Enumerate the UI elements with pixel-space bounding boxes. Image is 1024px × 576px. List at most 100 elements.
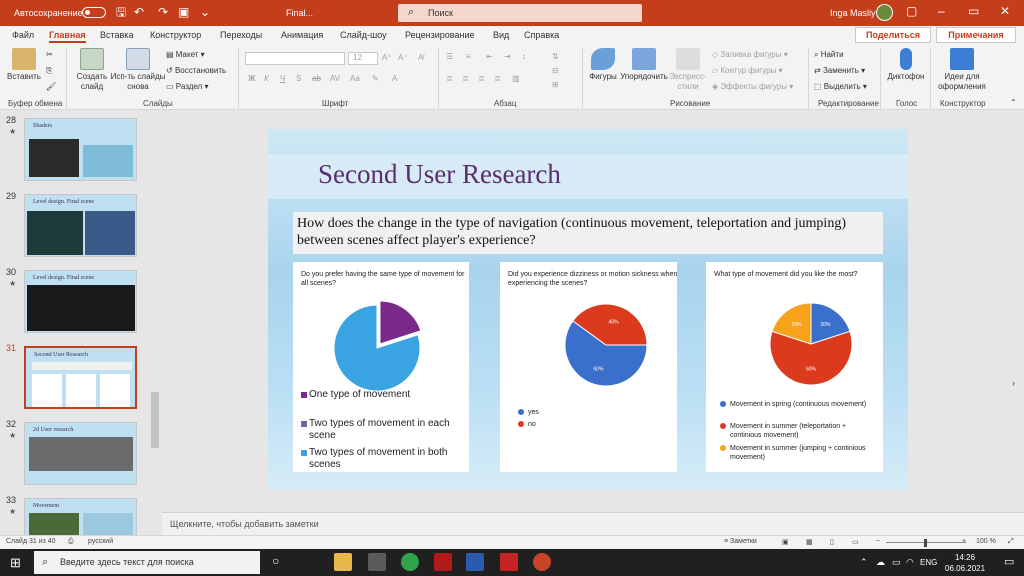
customize-qat-icon[interactable]: ⌄ [200,5,210,19]
document-title[interactable]: Final... [286,8,313,18]
tab-home[interactable]: Главная [49,30,86,43]
powerpoint-icon[interactable] [533,553,551,571]
network-icon[interactable]: ◠ [906,557,914,568]
language-indicator[interactable]: русский [88,538,113,545]
highlight-icon[interactable]: ✎ [372,74,379,83]
copy-icon[interactable]: ⎘ [46,66,52,76]
shape-outline-button[interactable]: ▱ Контур фигуры ▾ [712,66,783,75]
bullets-icon[interactable]: ☰ [446,52,453,61]
numbering-icon[interactable]: ≡ [466,52,471,61]
zoom-out-icon[interactable]: − [876,538,880,545]
file-explorer-icon[interactable] [334,553,352,571]
shape-effects-button[interactable]: ◈ Эффекты фигуры ▾ [712,82,793,91]
zoom-in-icon[interactable]: + [962,538,966,545]
notifications-icon[interactable]: ▭ [1004,555,1014,568]
clear-formatting-icon[interactable]: A̸ [418,53,423,62]
taskbar-search[interactable]: ⌕ Введите здесь текст для поиска [34,551,260,574]
align-right-icon[interactable]: ≣ [478,74,485,83]
font-name-field[interactable] [245,52,345,65]
slide-sorter-icon[interactable]: ▦ [806,538,813,546]
arrange-button[interactable]: Упорядочить [620,48,668,82]
indent-decrease-icon[interactable]: ⇤ [486,52,493,61]
collapse-panel-icon[interactable]: › [1012,378,1015,388]
settings-icon[interactable] [368,553,386,571]
underline-icon[interactable]: Ч [280,74,285,83]
align-left-icon[interactable]: ≣ [446,74,453,83]
increase-font-icon[interactable]: A⁺ [382,53,392,62]
shape-fill-button[interactable]: ◇ Заливка фигуры ▾ [712,50,788,59]
slideshow-view-icon[interactable]: ▭ [852,538,859,546]
design-ideas-button[interactable]: Идеи для оформления [934,48,990,92]
tab-review[interactable]: Рецензирование [405,30,475,40]
justify-icon[interactable]: ≣ [494,74,501,83]
slide-thumbnail[interactable]: Level design. Final scene [24,194,137,257]
collapse-ribbon-icon[interactable]: ⌃ [1010,98,1017,107]
battery-icon[interactable]: ▭ [892,557,901,568]
share-button[interactable]: Поделиться [855,27,931,43]
fit-slide-icon[interactable]: ⤢ [1008,538,1014,546]
tab-design[interactable]: Конструктор [150,30,201,40]
tab-file[interactable]: Файл [12,30,34,40]
tray-chevron-icon[interactable]: ⌃ [860,557,868,568]
notes-toggle[interactable]: ≡ Заметки [724,538,757,545]
tab-help[interactable]: Справка [524,30,559,40]
shapes-button[interactable]: Фигуры [586,48,620,82]
clock[interactable]: 14:26 06.06.2021 [945,552,985,574]
user-name[interactable]: Inga Masliy [830,8,876,18]
align-center-icon[interactable]: ≣ [462,74,469,83]
input-language[interactable]: ENG [920,558,937,567]
change-case-icon[interactable]: Aa [350,74,360,83]
comments-button[interactable]: Примечания [936,27,1016,43]
text-direction-icon[interactable]: ⇅ [552,52,559,61]
smartart-icon[interactable]: ⊞ [552,80,559,89]
replace-button[interactable]: ⇄ Заменить ▾ [814,66,865,75]
thumbnail-scrollbar[interactable] [150,111,160,535]
decrease-font-icon[interactable]: A⁻ [398,53,408,62]
select-button[interactable]: ⬚ Выделить ▾ [814,82,867,91]
avatar[interactable] [876,4,893,21]
find-button[interactable]: ⌕ Найти [814,50,844,60]
tab-transitions[interactable]: Переходы [220,30,262,40]
slide-thumbnail-selected[interactable]: Second User Research [24,346,137,409]
autosave-toggle[interactable] [82,7,106,18]
chrome-icon[interactable] [401,553,419,571]
slide-thumbnail[interactable]: Level design. Final scene [24,270,137,333]
layout-button[interactable]: ▤ Макет ▾ [166,50,205,59]
slide-thumbnail[interactable]: Movement [24,498,137,535]
align-text-icon[interactable]: ⊟ [552,66,559,75]
line-spacing-icon[interactable]: ↕ [522,52,526,61]
zoom-slider-thumb[interactable] [924,539,927,547]
shadow-icon[interactable]: S [296,74,301,83]
strikethrough-icon[interactable]: ab [312,74,321,83]
tab-slideshow[interactable]: Слайд-шоу [340,30,387,40]
close-icon[interactable]: ✕ [1000,4,1010,18]
new-slide-button[interactable]: Создать слайд [72,48,112,92]
maximize-icon[interactable]: ▭ [968,4,979,18]
slide-thumbnail[interactable]: 2d User research [24,422,137,485]
redo-icon[interactable]: ↷ [158,5,168,19]
scrollbar-thumb[interactable] [151,392,159,448]
zoom-level[interactable]: 100 % [976,538,996,545]
reset-button[interactable]: ↺ Восстановить [166,66,226,75]
bold-icon[interactable]: Ж [248,74,255,83]
minimize-icon[interactable]: – [938,4,945,18]
cut-icon[interactable]: ✂ [46,50,53,59]
reuse-slides-button[interactable]: Исп-ть слайды снова [110,48,166,92]
font-size-field[interactable]: 12 [348,52,378,65]
research-question[interactable]: How does the change in the type of navig… [293,212,883,254]
word-icon[interactable] [466,553,484,571]
spellcheck-icon[interactable]: ⎙ [68,538,74,546]
tab-insert[interactable]: Вставка [100,30,133,40]
windows-start-icon[interactable]: ⊞ [10,555,21,571]
italic-icon[interactable]: К [264,74,269,83]
dictate-button[interactable]: Диктофон [884,48,928,82]
slide-canvas[interactable]: Second User Research How does the change… [268,129,908,490]
chart-panel-1[interactable]: Do you prefer having the same type of mo… [293,262,469,472]
quick-styles-button[interactable]: Экспресс-стили [668,48,708,92]
paste-button[interactable]: Вставить [4,48,44,82]
task-view-icon[interactable]: ○ [272,554,279,568]
font-color-icon[interactable]: A [392,74,397,83]
normal-view-icon[interactable]: ▣ [782,538,789,546]
slide-title[interactable]: Second User Research [318,159,561,190]
format-painter-icon[interactable]: 🖌 [46,82,56,91]
